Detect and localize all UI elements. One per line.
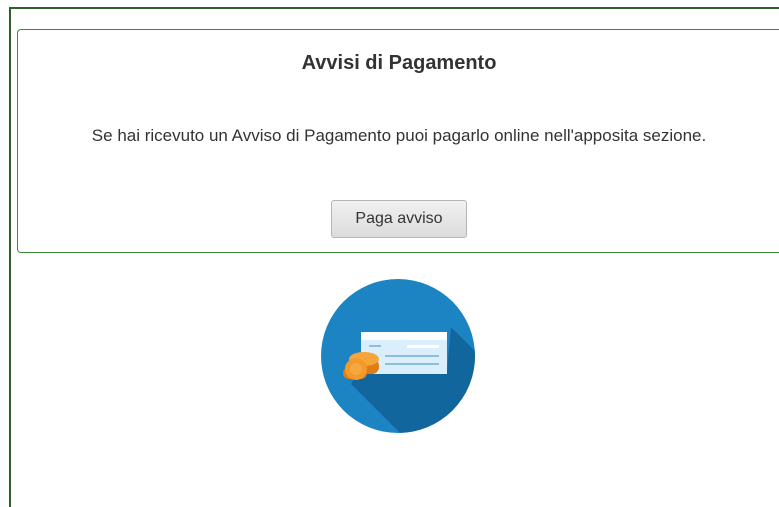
pay-notice-button[interactable]: Paga avviso [331, 200, 467, 238]
payment-slip-coins-icon [321, 279, 475, 433]
panel-description: Se hai ricevuto un Avviso di Pagamento p… [91, 126, 707, 145]
payment-notices-panel: Avvisi di Pagamento Se hai ricevuto un A… [17, 29, 779, 253]
panel-title: Avvisi di Pagamento [301, 52, 497, 74]
